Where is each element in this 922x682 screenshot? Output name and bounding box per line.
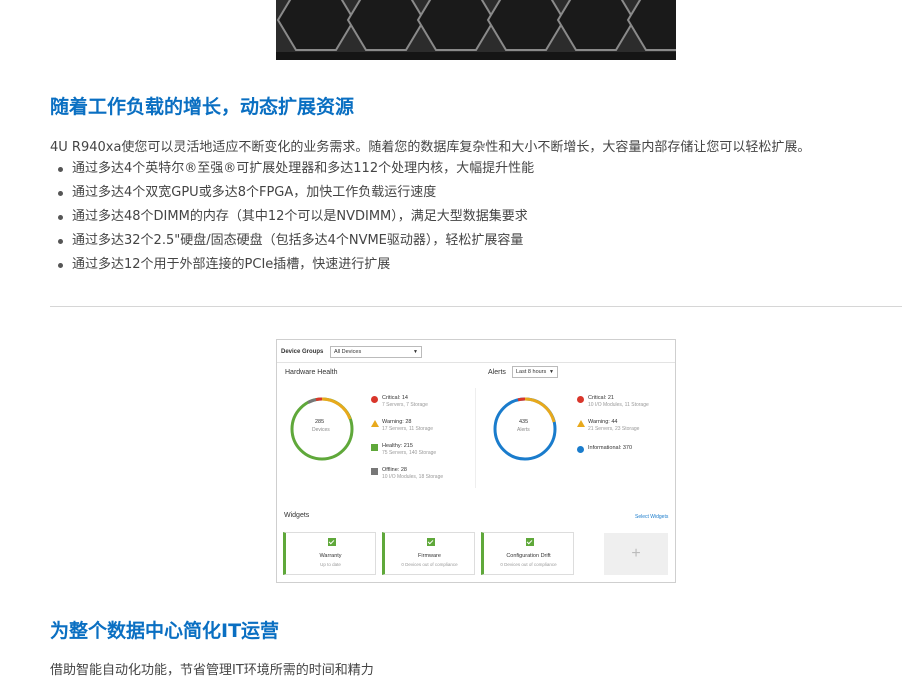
- critical-icon: [371, 396, 378, 403]
- check-icon: [526, 538, 534, 546]
- feature-item: 通过多达32个2.5"硬盘/固态硬盘（包括多达4个NVME驱动器），轻松扩展容量: [58, 232, 534, 256]
- feature-item: 通过多达4个英特尔®至强®可扩展处理器和多达112个处理内核，大幅提升性能: [58, 160, 534, 184]
- server-front-image: [276, 0, 676, 60]
- section-intro: 4U R940xa使您可以灵活地适应不断变化的业务需求。随着您的数据库复杂性和大…: [50, 140, 811, 155]
- check-icon: [328, 538, 336, 546]
- caret-down-icon: ▼: [549, 369, 554, 375]
- stat-sub: 10 I/O Modules, 11 Storage: [588, 402, 649, 408]
- stat-sub: 21 Servers, 23 Storage: [588, 426, 640, 432]
- stat-label: Warning: 44: [588, 419, 618, 425]
- devices-donut-value: 285: [315, 419, 325, 425]
- dashboard-screenshot: Device Groups All Devices ▼ Hardware Hea…: [276, 339, 676, 583]
- check-icon: [427, 538, 435, 546]
- section-title-simplify: 为整个数据中心简化IT运营: [50, 620, 280, 642]
- alerts-donut-label: Alerts: [517, 427, 530, 433]
- stat-label: Healthy: 215: [382, 443, 413, 449]
- caret-down-icon: ▼: [413, 349, 418, 355]
- stat-sub: 7 Servers, 7 Storage: [382, 402, 428, 408]
- warning-icon: [577, 420, 585, 427]
- hardware-health-title: Hardware Health: [285, 369, 338, 376]
- feature-item: 通过多达48个DIMM的内存（其中12个可以是NVDIMM），满足大型数据集要求: [58, 208, 534, 232]
- widget-configuration-drift[interactable]: Configuration Drift 0 Devices out of com…: [481, 532, 574, 575]
- widget-title: Warranty: [319, 553, 342, 559]
- section-lead: 借助智能自动化功能，节省管理IT环境所需的时间和精力: [50, 663, 374, 678]
- add-widget-button[interactable]: +: [604, 533, 668, 575]
- widget-sub: 0 Devices out of compliance: [500, 562, 557, 567]
- widget-title: Firmware: [418, 553, 441, 559]
- stat-label: Critical: 21: [588, 395, 614, 401]
- stat-label: Critical: 14: [382, 395, 408, 401]
- info-icon: [577, 446, 584, 453]
- divider: [50, 306, 902, 307]
- alerts-range-select[interactable]: Last 8 hours ▼: [512, 366, 558, 378]
- stat-label: Informational: 370: [588, 445, 633, 451]
- warning-icon: [371, 420, 379, 427]
- widget-title: Configuration Drift: [506, 553, 551, 559]
- critical-icon: [577, 396, 584, 403]
- widget-warranty[interactable]: Warranty Up to date: [283, 532, 376, 575]
- feature-item: 通过多达12个用于外部连接的PCIe插槽，快速进行扩展: [58, 256, 534, 280]
- stat-label: Offline: 28: [382, 467, 407, 473]
- widget-sub: 0 Devices out of compliance: [401, 562, 458, 567]
- feature-item: 通过多达4个双宽GPU或多达8个FPGA，加快工作负载运行速度: [58, 184, 534, 208]
- device-groups-value: All Devices: [334, 349, 362, 355]
- devices-donut-label: Devices: [312, 427, 330, 433]
- stat-label: Warning: 28: [382, 419, 412, 425]
- widget-firmware[interactable]: Firmware 0 Devices out of compliance: [382, 532, 475, 575]
- alerts-donut-value: 435: [519, 419, 529, 425]
- device-groups-label: Device Groups: [281, 349, 324, 355]
- device-groups-select[interactable]: All Devices ▼: [330, 346, 422, 358]
- stat-sub: 10 I/O Modules, 18 Storage: [382, 474, 444, 480]
- widget-sub: Up to date: [320, 562, 341, 567]
- section-title-scale: 随着工作负载的增长，动态扩展资源: [50, 96, 355, 118]
- column-divider: [475, 388, 476, 488]
- stat-sub: 17 Servers, 11 Storage: [382, 426, 434, 432]
- offline-icon: [371, 468, 378, 475]
- alerts-title: Alerts: [488, 369, 506, 376]
- healthy-icon: [371, 444, 378, 451]
- select-widgets-link[interactable]: Select Widgets: [635, 514, 668, 520]
- header-divider: [277, 362, 675, 363]
- widgets-title: Widgets: [284, 512, 310, 519]
- stat-sub: 75 Servers, 140 Storage: [382, 450, 437, 456]
- alerts-range-value: Last 8 hours: [516, 369, 547, 375]
- feature-list: 通过多达4个英特尔®至强®可扩展处理器和多达112个处理内核，大幅提升性能 通过…: [58, 160, 534, 280]
